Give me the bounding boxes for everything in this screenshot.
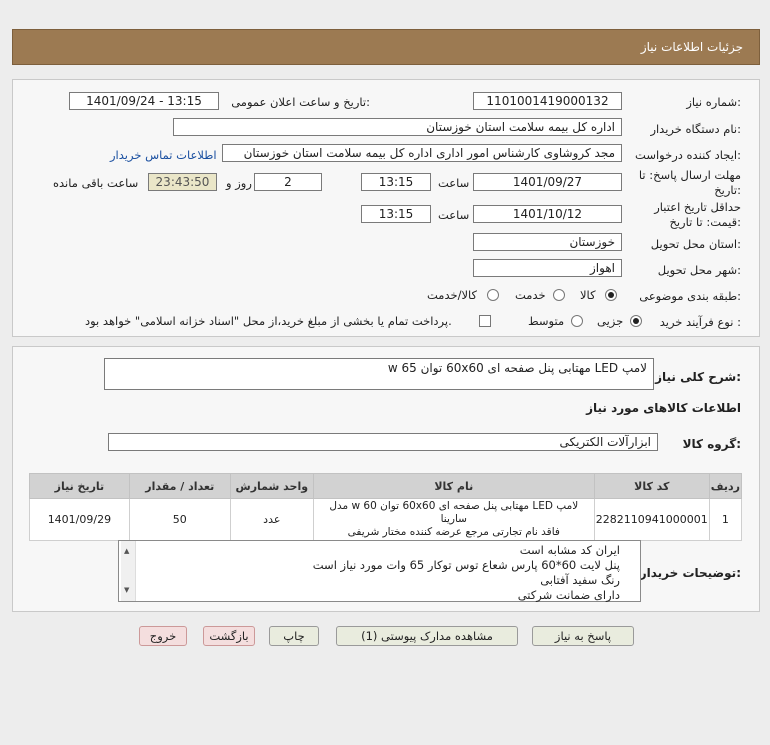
scroll-down-icon[interactable]: ▼ <box>124 583 129 598</box>
attachments-button[interactable]: مشاهده مدارک پیوستی (1) <box>336 626 518 646</box>
purchase-radio-medium[interactable] <box>571 315 583 327</box>
buyer-notes-line: رنگ سفید آفتابی <box>540 573 620 587</box>
deadline-time-field: 13:15 <box>361 173 431 191</box>
buyer-org-label: نام دستگاه خریدار: <box>650 122 741 136</box>
exit-button[interactable]: خروج <box>139 626 187 646</box>
scroll-up-icon[interactable]: ▲ <box>124 544 129 559</box>
goods-code: 2282110941000001 <box>593 498 710 541</box>
need-date: 1401/09/29 <box>29 498 130 541</box>
creator-field: مجد کروشاوی کارشناس امور اداری اداره کل … <box>222 144 622 162</box>
page-title: جزئیات اطلاعات نیاز <box>640 40 743 54</box>
validity-label: حداقل تاریخ اعتبار <box>654 200 741 214</box>
category-goods-label: کالا <box>580 288 596 302</box>
deadline-time-label: ساعت <box>438 176 470 190</box>
need-number-label: شماره نیاز: <box>686 95 741 109</box>
goods-name-line2: فاقد نام تجارتی مرجع عرضه کننده مختار شر… <box>347 526 560 538</box>
col-name: نام کالا <box>312 473 595 499</box>
buyer-notes-line: دارای ضمانت شرکتی <box>517 588 620 602</box>
treasury-payment-checkbox[interactable] <box>479 315 491 327</box>
col-unit: واحد شمارش <box>229 473 314 499</box>
creator-label: ایجاد کننده درخواست: <box>635 148 741 162</box>
need-number-field: 1101001419000132 <box>473 92 622 110</box>
province-label: استان محل تحویل: <box>650 237 741 251</box>
print-button[interactable]: چاپ <box>269 626 319 646</box>
validity-time-label: ساعت <box>438 208 470 222</box>
need-summary-field: لامپ LED مهتابی پنل صفحه ای 60x60 توان 6… <box>104 358 654 390</box>
goods-unit: عدد <box>229 498 314 541</box>
col-date: تاریخ نیاز <box>29 473 130 499</box>
deadline-label-date: تاریخ: <box>714 183 741 197</box>
col-row: ردیف <box>708 473 743 499</box>
purchase-radio-minor[interactable] <box>630 315 642 327</box>
city-label: شهر محل تحویل: <box>657 263 741 277</box>
goods-table: ردیف کد کالا نام کالا واحد شمارش تعداد /… <box>29 473 743 541</box>
category-service-label: خدمت <box>515 288 546 302</box>
notes-scrollbar[interactable]: ▲ ▼ <box>121 541 136 601</box>
goods-qty: 50 <box>128 498 231 541</box>
remaining-time-field: 23:43:50 <box>148 173 217 191</box>
deadline-date-field: 1401/09/27 <box>473 173 622 191</box>
reply-button[interactable]: پاسخ به نیاز <box>532 626 634 646</box>
buyer-notes-textarea[interactable]: ایران کد مشابه است پنل لایت 60*60 پارس ش… <box>118 540 641 602</box>
announce-date-field: 1401/09/24 - 13:15 <box>69 92 219 110</box>
purchase-minor-label: جزیی <box>597 314 624 328</box>
days-label: روز و <box>226 176 252 190</box>
announce-date-label: تاریخ و ساعت اعلان عمومی: <box>231 95 370 109</box>
validity-label-date: قیمت: تا تاریخ: <box>669 215 741 229</box>
purchase-type-label: نوع فرآیند خرید : <box>659 315 741 329</box>
goods-name: لامپ LED مهتابی پنل صفحه ای 60x60 توان 6… <box>312 498 595 541</box>
category-radio-goods-service[interactable] <box>487 289 499 301</box>
col-qty: تعداد / مقدار <box>128 473 231 499</box>
buyer-org-field: اداره کل بیمه سلامت استان خوزستان <box>173 118 622 136</box>
buyer-notes-label: توضیحات خریدار: <box>639 566 741 580</box>
purchase-medium-label: متوسط <box>528 314 565 328</box>
city-field: اهواز <box>473 259 622 277</box>
goods-info-heading: اطلاعات کالاهای مورد نیاز <box>586 401 741 415</box>
buyer-notes-line: پنل لایت 60*60 پارس شعاع توس توکار 65 وا… <box>312 558 620 572</box>
validity-date-field: 1401/10/12 <box>473 205 622 223</box>
back-button[interactable]: بازگشت <box>203 626 255 646</box>
row-number: 1 <box>708 498 743 541</box>
need-summary-label: شرح کلی نیاز: <box>655 370 741 384</box>
col-code: کد کالا <box>593 473 710 499</box>
deadline-label: مهلت ارسال پاسخ: تا <box>638 168 741 182</box>
remaining-days-field: 2 <box>254 173 322 191</box>
goods-name-line1: لامپ LED مهتابی پنل صفحه ای 60x60 توان 6… <box>329 500 579 525</box>
buyer-contact-link[interactable]: اطلاعات تماس خریدار <box>110 148 217 162</box>
province-field: خوزستان <box>473 233 622 251</box>
page-header: جزئیات اطلاعات نیاز <box>12 29 760 65</box>
category-radio-service[interactable] <box>553 289 565 301</box>
category-radio-goods[interactable] <box>605 289 617 301</box>
goods-group-label: گروه کالا: <box>682 437 741 451</box>
table-row: 1 2282110941000001 لامپ LED مهتابی پنل ص… <box>29 498 743 541</box>
treasury-payment-note: پرداخت تمام یا بخشی از مبلغ خرید،از محل … <box>85 314 452 328</box>
validity-time-field: 13:15 <box>361 205 431 223</box>
category-label: طبقه بندی موضوعی: <box>639 289 741 303</box>
goods-table-header: ردیف کد کالا نام کالا واحد شمارش تعداد /… <box>29 473 743 499</box>
buyer-notes-line: ایران کد مشابه است <box>519 543 620 557</box>
remaining-time-label: ساعت باقی مانده <box>53 176 139 190</box>
category-goods-service-label: کالا/خدمت <box>427 288 478 302</box>
goods-group-field: ابزارآلات الکتریکی <box>108 433 658 451</box>
